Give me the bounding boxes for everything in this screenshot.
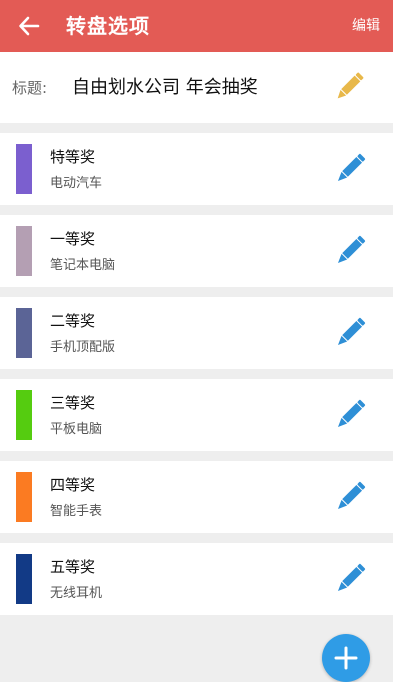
prize-name: 二等奖 bbox=[50, 312, 96, 330]
edit-prize-button[interactable] bbox=[332, 233, 368, 269]
arrow-left-icon bbox=[19, 16, 40, 36]
prize-row[interactable]: 特等奖 电动汽车 bbox=[0, 133, 393, 205]
prize-item: 电动汽车 bbox=[50, 176, 103, 191]
title-label: 标题: bbox=[12, 79, 48, 97]
pencil-icon bbox=[337, 563, 366, 592]
prize-name: 三等奖 bbox=[50, 394, 96, 412]
prize-color-swatch bbox=[16, 226, 32, 276]
prize-row[interactable]: 三等奖 平板电脑 bbox=[0, 379, 393, 451]
edit-button[interactable]: 编辑 bbox=[352, 16, 380, 36]
prize-item: 智能手表 bbox=[50, 504, 103, 519]
prize-item: 无线耳机 bbox=[50, 586, 103, 601]
title-value: 自由划水公司 年会抽奖 bbox=[72, 77, 258, 98]
pencil-icon bbox=[337, 317, 366, 346]
prize-item: 平板电脑 bbox=[50, 422, 103, 437]
prize-color-swatch bbox=[16, 390, 32, 440]
prize-row[interactable]: 五等奖 无线耳机 bbox=[0, 543, 393, 615]
prize-row[interactable]: 一等奖 笔记本电脑 bbox=[0, 215, 393, 287]
prize-color-swatch bbox=[16, 144, 32, 194]
pencil-icon bbox=[337, 399, 366, 428]
prize-color-swatch bbox=[16, 554, 32, 604]
pencil-icon bbox=[337, 72, 364, 99]
edit-prize-button[interactable] bbox=[332, 397, 368, 433]
prize-color-swatch bbox=[16, 308, 32, 358]
prize-name: 四等奖 bbox=[50, 476, 96, 494]
add-icon bbox=[334, 646, 358, 670]
prize-color-swatch bbox=[16, 472, 32, 522]
pencil-icon bbox=[337, 235, 366, 264]
edit-title-button[interactable] bbox=[332, 70, 366, 104]
app-header: 转盘选项 编辑 bbox=[0, 0, 393, 52]
prize-row[interactable]: 二等奖 手机顶配版 bbox=[0, 297, 393, 369]
prize-name: 五等奖 bbox=[50, 558, 96, 576]
prize-item: 手机顶配版 bbox=[50, 340, 116, 355]
back-button[interactable] bbox=[14, 12, 44, 40]
edit-prize-button[interactable] bbox=[332, 151, 368, 187]
prize-row[interactable]: 四等奖 智能手表 bbox=[0, 461, 393, 533]
prize-list: 特等奖 电动汽车 一等奖 笔记本电脑 二等奖 手机顶配版 三等奖 平板电脑 四等… bbox=[0, 133, 393, 625]
edit-prize-button[interactable] bbox=[332, 315, 368, 351]
page-title: 转盘选项 bbox=[66, 14, 150, 38]
pencil-icon bbox=[337, 481, 366, 510]
edit-prize-button[interactable] bbox=[332, 561, 368, 597]
wheel-title-row: 标题: 自由划水公司 年会抽奖 bbox=[0, 52, 393, 123]
pencil-icon bbox=[337, 153, 366, 182]
prize-item: 笔记本电脑 bbox=[50, 258, 116, 273]
add-prize-button[interactable] bbox=[322, 634, 370, 682]
prize-name: 特等奖 bbox=[50, 148, 96, 166]
prize-name: 一等奖 bbox=[50, 230, 96, 248]
edit-prize-button[interactable] bbox=[332, 479, 368, 515]
